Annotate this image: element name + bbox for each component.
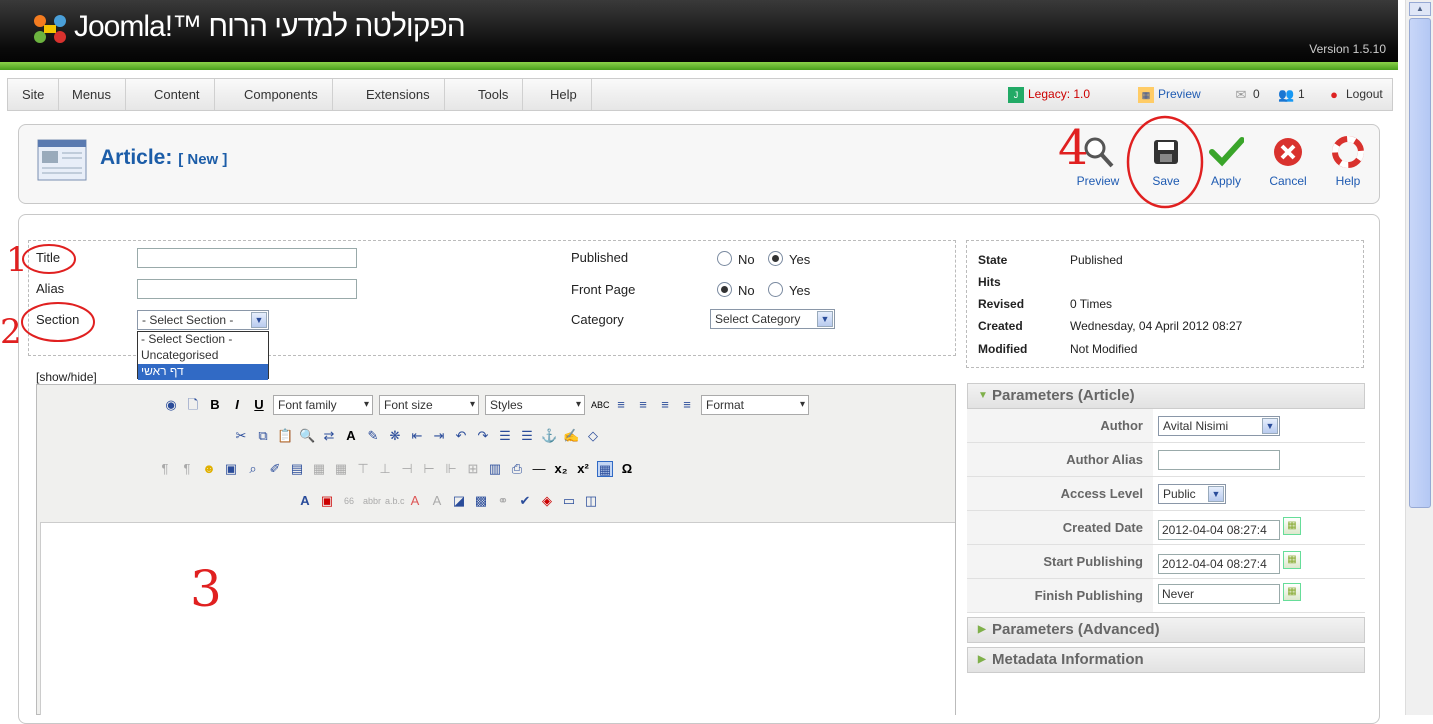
annotation-number-2: 2 [0,312,22,352]
title-annotation-circle [22,244,76,274]
annotation-number-3: 3 [190,560,222,618]
annotation-number-4: 4 [1058,120,1089,176]
section-annotation-circle [21,302,95,342]
save-annotation-circle [1126,115,1204,209]
annotation-number-1: 1 [6,240,28,280]
